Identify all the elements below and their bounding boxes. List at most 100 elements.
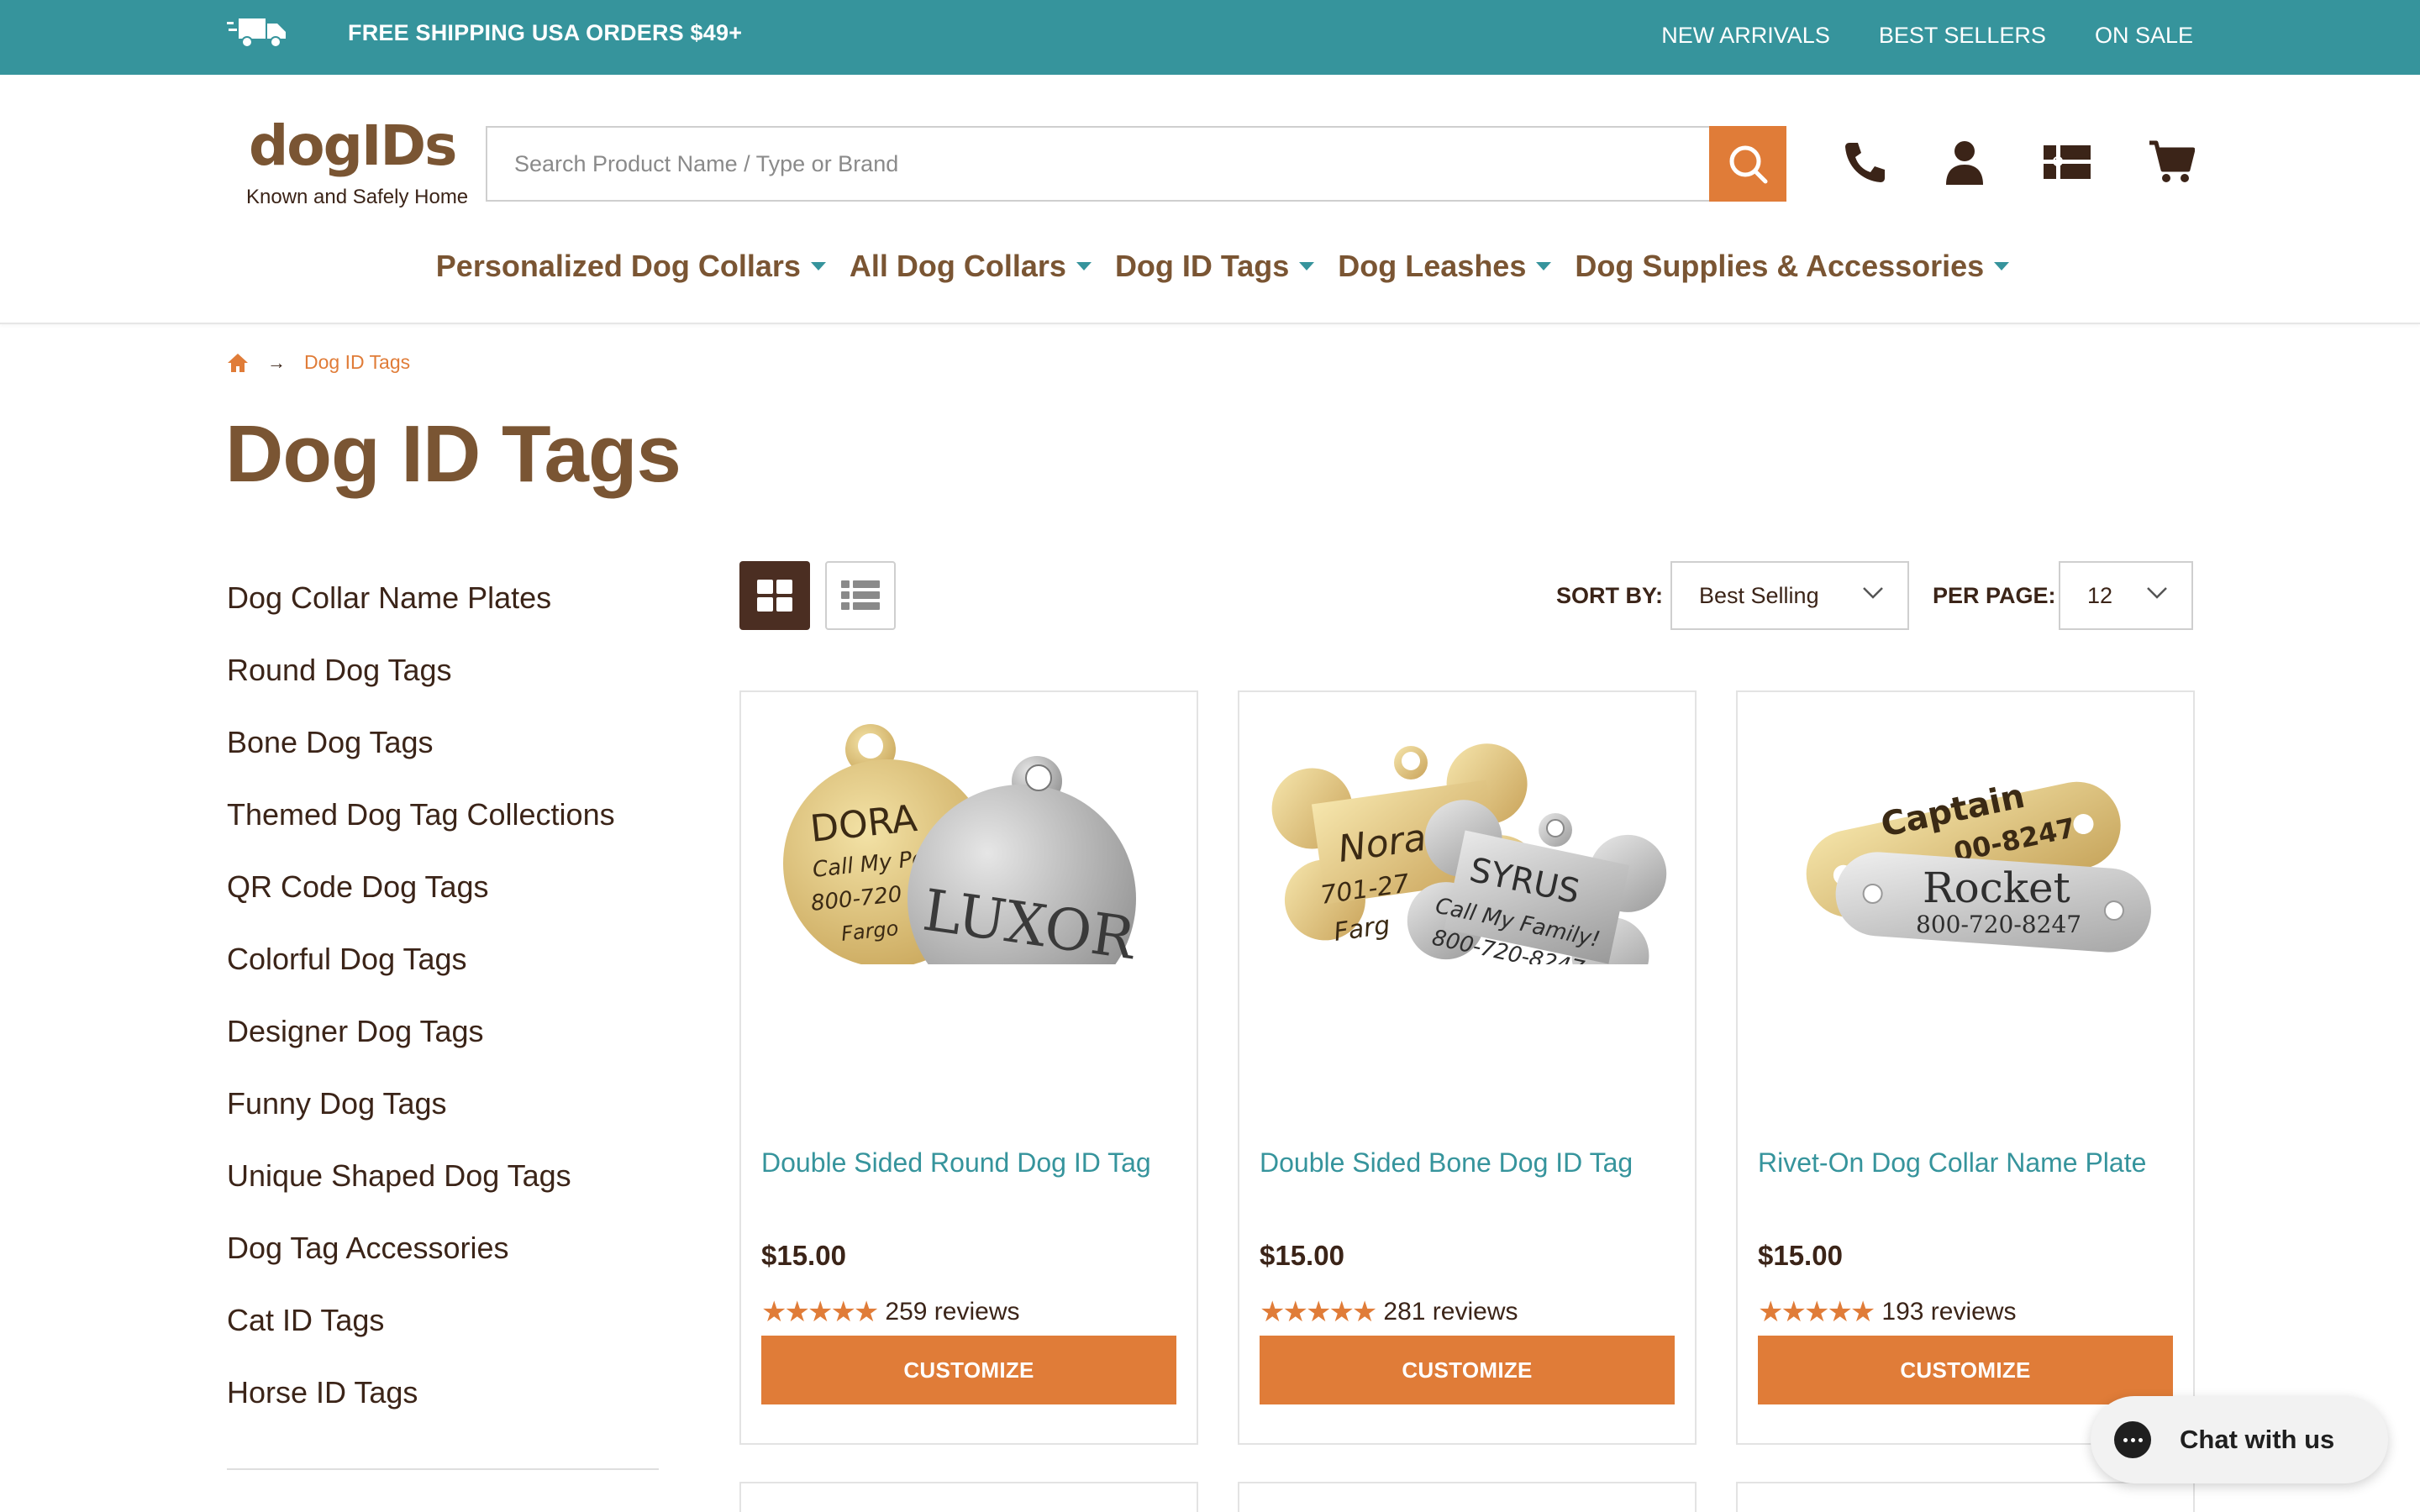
sort-by-value: Best Selling <box>1699 582 1819 608</box>
tag-text: Rocket <box>1923 864 2070 912</box>
sidebar-item-round-dog-tags[interactable]: Round Dog Tags <box>227 650 659 722</box>
sidebar-item-themed-collections[interactable]: Themed Dog Tag Collections <box>227 795 659 867</box>
cart-button[interactable] <box>2144 135 2198 189</box>
promo-bar: FREE SHIPPING USA ORDERS $49+ NEW ARRIVA… <box>0 0 2420 75</box>
free-shipping-text: FREE SHIPPING USA ORDERS $49+ <box>348 20 743 45</box>
sidebar-item-dog-collar-name-plates[interactable]: Dog Collar Name Plates <box>227 578 659 650</box>
chat-label: Chat with us <box>2180 1425 2335 1454</box>
nav-label: All Dog Collars <box>849 249 1066 283</box>
product-card-partial <box>739 1482 1198 1512</box>
sort-by-label: SORT BY: <box>1556 583 1663 608</box>
review-count[interactable]: 259 reviews <box>885 1298 1019 1326</box>
list-view-icon <box>841 580 880 610</box>
rating-stars-icon: ★★★★★ <box>1260 1296 1377 1328</box>
cart-icon <box>2149 140 2195 182</box>
product-card: Nora 39 701-27 Farg SYRUS Call My Family… <box>1238 690 1697 1445</box>
new-arrivals-link[interactable]: NEW ARRIVALS <box>1661 23 1830 49</box>
logo[interactable]: dogIDs Known and Safely Home <box>246 113 469 209</box>
search-button[interactable] <box>1709 126 1786 202</box>
nav-all-dog-collars[interactable]: All Dog Collars <box>850 249 1092 284</box>
caret-down-icon <box>810 262 826 270</box>
sidebar-item-bone-dog-tags[interactable]: Bone Dog Tags <box>227 722 659 795</box>
chevron-down-icon <box>2147 587 2167 599</box>
sidebar-divider <box>227 1468 659 1470</box>
tag-text: 800-720-8247 <box>1916 911 2081 938</box>
product-image[interactable]: DORA Call My Pe 800-720 Fargo LUXOR <box>761 712 1176 1013</box>
category-sidebar: Dog Collar Name Plates Round Dog Tags Bo… <box>227 578 659 1445</box>
grid-view-button[interactable] <box>739 561 810 630</box>
sidebar-item-tag-accessories[interactable]: Dog Tag Accessories <box>227 1228 659 1300</box>
product-rating: ★★★★★ 193 reviews <box>1758 1295 2016 1329</box>
nav-dog-id-tags[interactable]: Dog ID Tags <box>1114 249 1315 284</box>
best-sellers-link[interactable]: BEST SELLERS <box>1879 23 2046 49</box>
nav-label: Personalized Dog Collars <box>435 249 801 283</box>
product-image[interactable]: Nora 39 701-27 Farg SYRUS Call My Family… <box>1260 712 1675 995</box>
sort-by-select[interactable]: Best Selling <box>1670 561 1909 630</box>
account-button[interactable] <box>1938 135 1991 189</box>
per-page-select[interactable]: 12 <box>2059 561 2193 630</box>
product-rating: ★★★★★ 259 reviews <box>761 1295 1019 1329</box>
search-icon <box>1729 145 1768 184</box>
customize-button[interactable]: CUSTOMIZE <box>761 1336 1176 1404</box>
logo-wordmark: dogIDs <box>249 113 457 178</box>
review-count[interactable]: 281 reviews <box>1383 1298 1518 1326</box>
gift-card-icon <box>2044 145 2091 179</box>
nav-personalized-dog-collars[interactable]: Personalized Dog Collars <box>436 249 826 284</box>
main-nav: Personalized Dog Collars All Dog Collars… <box>0 249 2420 284</box>
truck-icon <box>227 18 286 48</box>
nav-label: Dog Leashes <box>1338 249 1527 283</box>
site-header: dogIDs Known and Safely Home Search Prod… <box>0 75 2420 324</box>
caret-down-icon <box>1536 262 1552 270</box>
product-name[interactable]: Double Sided Bone Dog ID Tag <box>1260 1147 1633 1179</box>
product-card: Captain 00-8247 Rocket 800-720-8247 Rive… <box>1736 690 2195 1445</box>
home-icon[interactable] <box>227 352 249 374</box>
sidebar-item-unique-shaped-tags[interactable]: Unique Shaped Dog Tags <box>227 1156 659 1228</box>
chevron-down-icon <box>1863 587 1883 599</box>
top-links: NEW ARRIVALS BEST SELLERS ON SALE <box>1661 23 2193 49</box>
per-page-label: PER PAGE: <box>1933 583 2056 608</box>
sidebar-item-colorful-tags[interactable]: Colorful Dog Tags <box>227 939 659 1011</box>
product-name[interactable]: Rivet-On Dog Collar Name Plate <box>1758 1147 2146 1179</box>
customize-button[interactable]: CUSTOMIZE <box>1260 1336 1675 1404</box>
search-input[interactable] <box>487 128 1709 200</box>
product-price: $15.00 <box>1260 1240 1344 1271</box>
sidebar-item-cat-id-tags[interactable]: Cat ID Tags <box>227 1300 659 1373</box>
product-image[interactable]: Captain 00-8247 Rocket 800-720-8247 <box>1758 712 2173 964</box>
customize-button[interactable]: CUSTOMIZE <box>1758 1336 2173 1404</box>
grid-view-icon <box>757 580 792 612</box>
phone-icon <box>1845 143 1885 182</box>
phone-button[interactable] <box>1839 135 1892 189</box>
list-view-button[interactable] <box>825 561 896 630</box>
product-name[interactable]: Double Sided Round Dog ID Tag <box>761 1147 1151 1179</box>
nav-dog-supplies[interactable]: Dog Supplies & Accessories <box>1575 249 2010 284</box>
rating-stars-icon: ★★★★★ <box>1758 1296 1876 1328</box>
per-page-value: 12 <box>2087 582 2113 608</box>
sidebar-item-horse-id-tags[interactable]: Horse ID Tags <box>227 1373 659 1445</box>
logo-tagline: Known and Safely Home <box>246 186 469 208</box>
product-price: $15.00 <box>1758 1240 1843 1271</box>
sidebar-item-designer-tags[interactable]: Designer Dog Tags <box>227 1011 659 1084</box>
chat-widget-button[interactable]: Chat with us <box>2091 1396 2388 1483</box>
gift-card-button[interactable] <box>2040 135 2094 189</box>
on-sale-link[interactable]: ON SALE <box>2095 23 2193 49</box>
breadcrumb: → Dog ID Tags <box>227 351 410 374</box>
breadcrumb-current[interactable]: Dog ID Tags <box>304 351 410 374</box>
rating-stars-icon: ★★★★★ <box>761 1296 879 1328</box>
bone-tag-image: Nora 39 701-27 Farg SYRUS Call My Family… <box>1271 743 1667 995</box>
round-tag-image: DORA Call My Pe 800-720 Fargo LUXOR <box>783 724 1140 1013</box>
product-card: DORA Call My Pe 800-720 Fargo LUXOR Doub… <box>739 690 1198 1445</box>
search-bar <box>486 126 1786 202</box>
sidebar-item-funny-tags[interactable]: Funny Dog Tags <box>227 1084 659 1156</box>
product-rating: ★★★★★ 281 reviews <box>1260 1295 1518 1329</box>
sidebar-item-qr-code-tags[interactable]: QR Code Dog Tags <box>227 867 659 939</box>
product-card-partial <box>1238 1482 1697 1512</box>
nav-label: Dog Supplies & Accessories <box>1575 249 1985 283</box>
nav-dog-leashes[interactable]: Dog Leashes <box>1338 249 1552 284</box>
review-count[interactable]: 193 reviews <box>1881 1298 2016 1326</box>
product-card-partial <box>1736 1482 2195 1512</box>
nav-label: Dog ID Tags <box>1114 249 1290 283</box>
caret-down-icon <box>1994 262 2010 270</box>
breadcrumb-arrow-icon: → <box>267 351 286 373</box>
chat-bubble-icon <box>2114 1421 2151 1458</box>
caret-down-icon <box>1076 262 1092 270</box>
